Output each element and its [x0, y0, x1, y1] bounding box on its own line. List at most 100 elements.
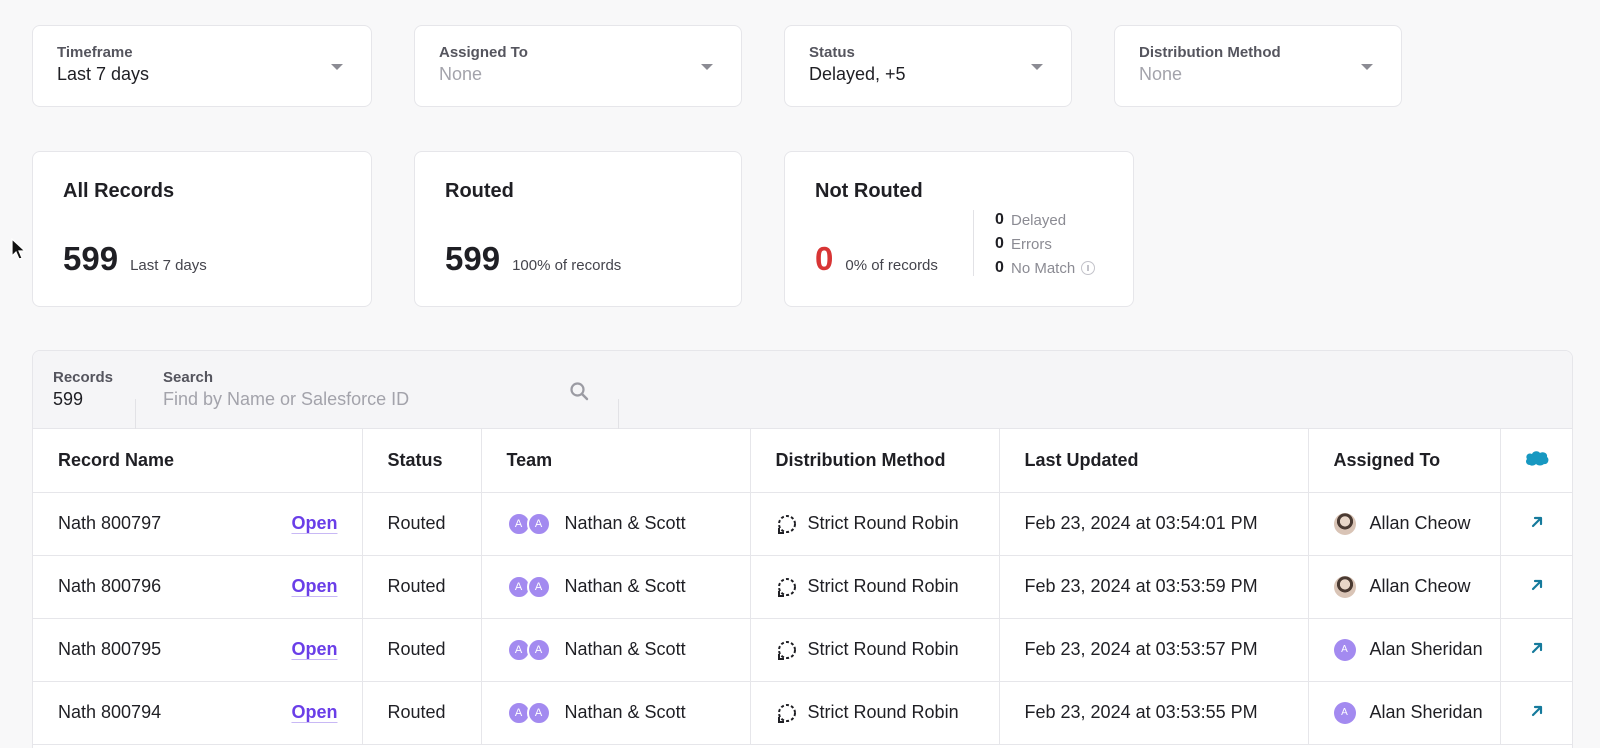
search-field: Search	[163, 369, 603, 410]
cell-salesforce-link	[1500, 618, 1572, 682]
cell-distribution-method: Strict Round Robin	[750, 681, 1000, 745]
assignee-name: Allan Cheow	[1369, 576, 1471, 596]
round-robin-icon	[777, 514, 796, 534]
column-header-salesforce	[1500, 429, 1572, 493]
column-header-assigned-to[interactable]: Assigned To	[1308, 429, 1501, 493]
not-routed-breakdown: 0 Delayed 0 Errors 0 No Match	[995, 208, 1096, 280]
cell-distribution-method: Strict Round Robin	[750, 492, 1000, 556]
salesforce-cloud-icon	[1526, 450, 1549, 466]
assignee-photo	[1333, 575, 1356, 598]
breakdown-label: No Match	[1011, 259, 1076, 277]
cell-last-updated: Feb 23, 2024 at 03:54:01 PM	[999, 492, 1309, 556]
filter-value: None	[1139, 64, 1183, 84]
cell-distribution-method: Strict Round Robin	[750, 618, 1000, 682]
search-label: Search	[163, 369, 214, 386]
cell-team: A A Nathan & Scott	[481, 555, 751, 619]
distribution-method: Strict Round Robin	[807, 702, 959, 722]
chevron-down-icon[interactable]	[1031, 64, 1043, 70]
table-row: Nath 800795 Open Routed A A Nathan & Sco…	[33, 618, 1572, 682]
column-header-record-name[interactable]: Record Name	[33, 429, 363, 493]
filter-label: Timeframe	[57, 44, 133, 61]
external-link-icon[interactable]	[1530, 704, 1544, 718]
cell-record-name: Nath 800796 Open	[33, 555, 363, 619]
search-icon[interactable]	[569, 381, 589, 401]
breakdown-count: 0	[995, 259, 1004, 276]
cell-team: A A Nathan & Scott	[481, 681, 751, 745]
record-name: Nath 800797	[58, 513, 162, 533]
external-link-icon[interactable]	[1530, 641, 1544, 655]
table-row: Nath 800794 Open Routed A A Nathan & Sco…	[33, 681, 1572, 745]
search-input[interactable]	[163, 389, 543, 410]
filter-status[interactable]: Status Delayed, +5	[784, 25, 1072, 107]
cell-status: Routed	[362, 492, 482, 556]
divider	[618, 399, 619, 429]
filter-assigned-to[interactable]: Assigned To None	[414, 25, 742, 107]
info-icon[interactable]	[1081, 261, 1096, 275]
cell-record-name: Nath 800795 Open	[33, 618, 363, 682]
card-all-records: All Records 599 Last 7 days	[32, 151, 372, 307]
column-header-team[interactable]: Team	[481, 429, 751, 493]
cell-assigned-to: Allan Cheow	[1308, 555, 1501, 619]
records-panel: Records 599 Search Record Name Status Te…	[32, 350, 1573, 748]
round-robin-icon	[777, 703, 796, 723]
assignee-name: Allan Cheow	[1369, 513, 1471, 533]
filter-value: Last 7 days	[57, 64, 150, 84]
assignee-avatar: A	[1333, 701, 1356, 724]
cell-salesforce-link	[1500, 555, 1572, 619]
filter-distribution-method[interactable]: Distribution Method None	[1114, 25, 1402, 107]
external-link-icon[interactable]	[1530, 578, 1544, 592]
card-value: 599	[63, 240, 119, 277]
team-member-avatar: A	[526, 637, 551, 662]
table-header-row: Record Name Status Team Distribution Met…	[33, 429, 1572, 493]
records-toolbar: Records 599 Search	[33, 351, 1572, 429]
records-count: Records 599	[53, 369, 113, 410]
card-value: 0	[815, 240, 834, 277]
cursor-icon	[11, 238, 27, 260]
record-name: Nath 800795	[58, 639, 162, 659]
breakdown-delayed: 0 Delayed	[995, 208, 1095, 232]
open-record-link[interactable]: Open	[291, 639, 337, 660]
assignee-name: Alan Sheridan	[1369, 639, 1483, 659]
filter-value: None	[439, 64, 483, 84]
chevron-down-icon[interactable]	[701, 64, 713, 70]
team-member-avatar: A	[526, 511, 551, 536]
assignee-photo	[1333, 512, 1356, 535]
breakdown-count: 0	[995, 235, 1004, 252]
team-member-avatar: A	[526, 700, 551, 725]
breakdown-errors: 0 Errors	[995, 232, 1095, 256]
cell-last-updated: Feb 23, 2024 at 03:53:59 PM	[999, 555, 1309, 619]
open-record-link[interactable]: Open	[291, 576, 337, 597]
round-robin-icon	[777, 577, 796, 597]
round-robin-icon	[777, 640, 796, 660]
open-record-link[interactable]: Open	[291, 513, 337, 534]
table-row: Nath 800797 Open Routed A A Nathan & Sco…	[33, 492, 1572, 556]
filter-label: Status	[809, 44, 855, 61]
chevron-down-icon[interactable]	[331, 64, 343, 70]
distribution-method: Strict Round Robin	[807, 513, 959, 533]
open-record-link[interactable]: Open	[291, 702, 337, 723]
filter-timeframe[interactable]: Timeframe Last 7 days	[32, 25, 372, 107]
divider	[973, 210, 974, 276]
team-member-avatar: A	[526, 574, 551, 599]
record-name: Nath 800796	[58, 576, 162, 596]
card-title: All Records	[63, 180, 175, 202]
cell-last-updated: Feb 23, 2024 at 03:53:57 PM	[999, 618, 1309, 682]
breakdown-label: Delayed	[1011, 211, 1067, 229]
external-link-icon[interactable]	[1530, 515, 1544, 529]
breakdown-no-match: 0 No Match	[995, 256, 1096, 280]
breakdown-count: 0	[995, 211, 1004, 228]
table-row: Nath 800796 Open Routed A A Nathan & Sco…	[33, 555, 1572, 619]
card-subtitle: Last 7 days	[130, 257, 207, 274]
breakdown-label: Errors	[1011, 235, 1052, 253]
column-header-last-updated[interactable]: Last Updated	[999, 429, 1309, 493]
cell-salesforce-link	[1500, 492, 1572, 556]
team-name: Nathan & Scott	[564, 513, 686, 533]
cell-distribution-method: Strict Round Robin	[750, 555, 1000, 619]
cell-assigned-to: A Alan Sheridan	[1308, 681, 1501, 745]
card-subtitle: 100% of records	[512, 257, 622, 274]
column-header-status[interactable]: Status	[362, 429, 482, 493]
card-value: 599	[445, 240, 501, 277]
records-label: Records	[53, 369, 114, 386]
chevron-down-icon[interactable]	[1361, 64, 1373, 70]
column-header-distribution-method[interactable]: Distribution Method	[750, 429, 1000, 493]
